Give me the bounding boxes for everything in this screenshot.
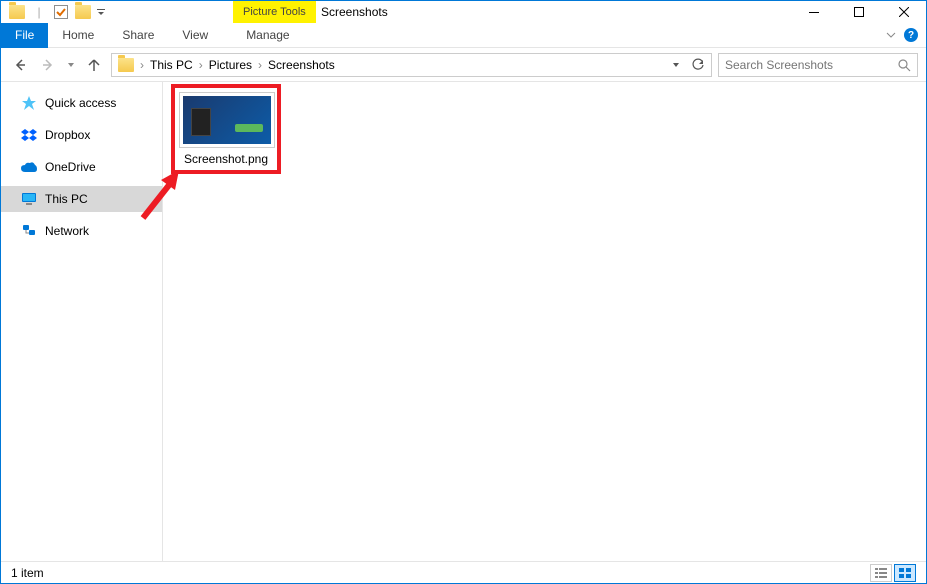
close-button[interactable] [881,1,926,23]
sidebar-item-label: Quick access [45,96,116,110]
breadcrumb-item[interactable]: Pictures [205,58,256,72]
qat-dropdown-icon[interactable] [95,2,107,22]
tab-view[interactable]: View [168,23,222,48]
navigation-pane: Quick access Dropbox OneDrive This PC Ne… [1,82,163,561]
quick-access-toolbar: | [1,2,107,22]
tab-file[interactable]: File [1,23,48,48]
qat-separator: | [29,2,49,22]
tab-home[interactable]: Home [48,23,108,48]
up-button[interactable] [83,54,105,76]
recent-dropdown-icon[interactable] [65,54,77,76]
sidebar-item-label: This PC [45,192,88,206]
pc-icon [21,191,37,207]
new-folder-icon[interactable] [73,2,93,22]
onedrive-icon [21,159,37,175]
status-bar: 1 item [1,561,926,583]
maximize-button[interactable] [836,1,881,23]
folder-icon [7,2,27,22]
properties-check-icon[interactable] [51,2,71,22]
sidebar-item-label: Dropbox [45,128,90,142]
details-view-button[interactable] [870,564,892,582]
breadcrumb-item[interactable]: Screenshots [264,58,339,72]
chevron-right-icon[interactable]: › [138,58,146,72]
file-name-label: Screenshot.png [179,152,273,166]
folder-icon [118,58,134,72]
sidebar-item-dropbox[interactable]: Dropbox [1,122,162,148]
thumbnails-view-button[interactable] [894,564,916,582]
navigation-bar: › This PC › Pictures › Screenshots [1,48,926,82]
tab-manage[interactable]: Manage [232,23,303,48]
breadcrumb-item[interactable]: This PC [146,58,197,72]
sidebar-item-label: OneDrive [45,160,96,174]
chevron-right-icon[interactable]: › [197,58,205,72]
contextual-tab-label: Picture Tools [233,1,316,23]
ribbon-tabs: File Home Share View Manage ? [1,23,926,48]
star-icon [21,95,37,111]
search-icon[interactable] [897,58,911,72]
ribbon-expand-icon[interactable] [886,30,896,40]
search-box[interactable] [718,53,918,77]
minimize-button[interactable] [791,1,836,23]
search-input[interactable] [725,58,897,72]
file-thumbnail [179,92,275,148]
main-area: Quick access Dropbox OneDrive This PC Ne… [1,82,926,561]
help-icon[interactable]: ? [904,28,918,42]
status-text: 1 item [11,566,44,580]
sidebar-item-this-pc[interactable]: This PC [1,186,162,212]
chevron-right-icon[interactable]: › [256,58,264,72]
dropbox-icon [21,127,37,143]
content-pane[interactable]: Screenshot.png [163,82,926,561]
network-icon [21,223,37,239]
title-bar: | Picture Tools Screenshots [1,1,926,23]
sidebar-item-quick-access[interactable]: Quick access [1,90,162,116]
sidebar-item-label: Network [45,224,89,238]
address-bar[interactable]: › This PC › Pictures › Screenshots [111,53,712,77]
forward-button[interactable] [37,54,59,76]
back-button[interactable] [9,54,31,76]
tab-share[interactable]: Share [108,23,168,48]
sidebar-item-onedrive[interactable]: OneDrive [1,154,162,180]
window-title: Screenshots [321,1,388,23]
refresh-button[interactable] [687,54,709,76]
sidebar-item-network[interactable]: Network [1,218,162,244]
address-dropdown-icon[interactable] [665,54,687,76]
annotation-arrow-icon [139,166,183,222]
file-item[interactable]: Screenshot.png [171,84,281,174]
